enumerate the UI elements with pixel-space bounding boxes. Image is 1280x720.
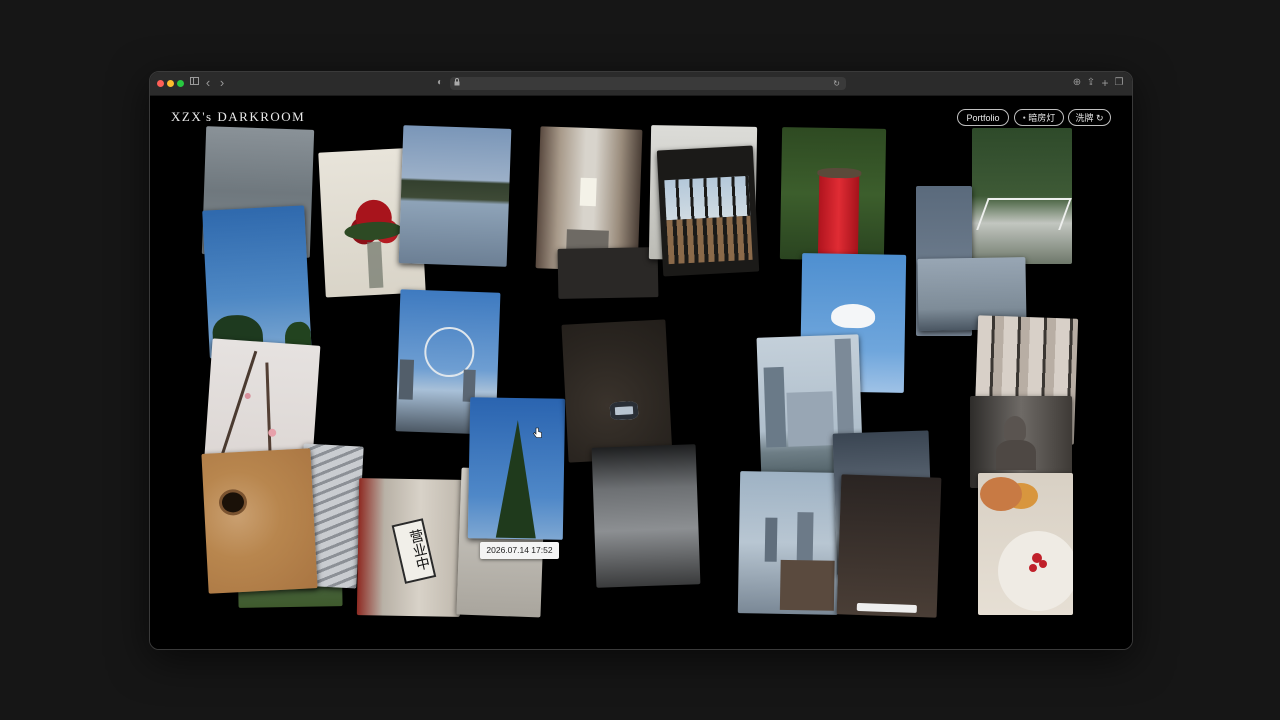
tabs-icon[interactable]: ❐ [1114, 76, 1124, 90]
darkroom-light-label: 暗房灯 [1028, 113, 1056, 123]
browser-window: ‹ › ◐ ↻ ⊕ ⇪ + ❐ XZX's DARKROOM Portfolio… [149, 71, 1133, 650]
refresh-icon: ↻ [1095, 113, 1104, 123]
address-bar[interactable]: ↻ [450, 77, 846, 90]
shield-icon[interactable]: ◐ [434, 76, 446, 90]
darkroom-page: XZX's DARKROOM Portfolio ● 暗房灯 洗牌 ↻ 营业中 … [150, 96, 1132, 649]
browser-toolbar: ‹ › ◐ ↻ ⊕ ⇪ + ❐ [150, 72, 1132, 96]
globe-icon[interactable]: ⊕ [1072, 76, 1082, 90]
hover-timestamp: 2026.07.14 17:52 [480, 542, 559, 559]
photo-blue-sky-trees[interactable] [202, 205, 312, 359]
shop-sign-text: 营业中 [391, 518, 437, 584]
photo-fruit-plate[interactable] [978, 473, 1073, 615]
photo-ground-stone[interactable] [561, 319, 673, 463]
close-window-button[interactable] [157, 80, 164, 87]
photo-red-lamp-grass[interactable] [779, 127, 887, 261]
zoom-window-button[interactable] [177, 80, 184, 87]
site-title[interactable]: XZX's DARKROOM [171, 109, 305, 125]
mini-controls [856, 602, 917, 614]
sidebar-icon[interactable] [189, 76, 199, 90]
portfolio-label: Portfolio [966, 113, 1000, 123]
photo-rabbit-closeup[interactable] [201, 448, 318, 594]
photo-shop-sign[interactable]: 营业中 [356, 478, 463, 617]
photo-branches-water[interactable] [591, 444, 701, 588]
shuffle-button[interactable]: 洗牌 ↻ [1068, 109, 1111, 126]
darkroom-light-button[interactable]: ● 暗房灯 [1014, 109, 1064, 126]
hand-pointer-icon [533, 427, 542, 438]
photo-lake-reflection[interactable] [398, 125, 512, 267]
portfolio-button[interactable]: Portfolio [957, 109, 1009, 126]
share-icon[interactable]: ⇪ [1086, 76, 1096, 90]
photo-railing-stairs[interactable] [972, 128, 1072, 264]
shuffle-label: 洗牌 [1075, 113, 1094, 123]
plus-icon[interactable]: + [1100, 76, 1110, 90]
dot-icon: ● [1022, 115, 1026, 122]
photo-dark-shadow[interactable] [557, 247, 659, 299]
lock-icon [454, 77, 460, 90]
photo-window-lattice[interactable] [656, 145, 760, 277]
chevron-left-icon[interactable]: ‹ [203, 76, 213, 90]
reload-icon[interactable]: ↻ [833, 77, 840, 90]
minimize-window-button[interactable] [167, 80, 174, 87]
photo-skyline-grey[interactable] [737, 471, 841, 615]
photo-dark-ground[interactable] [836, 474, 942, 618]
photo-cypress-tree[interactable] [467, 397, 566, 540]
chevron-right-icon[interactable]: › [217, 76, 227, 90]
